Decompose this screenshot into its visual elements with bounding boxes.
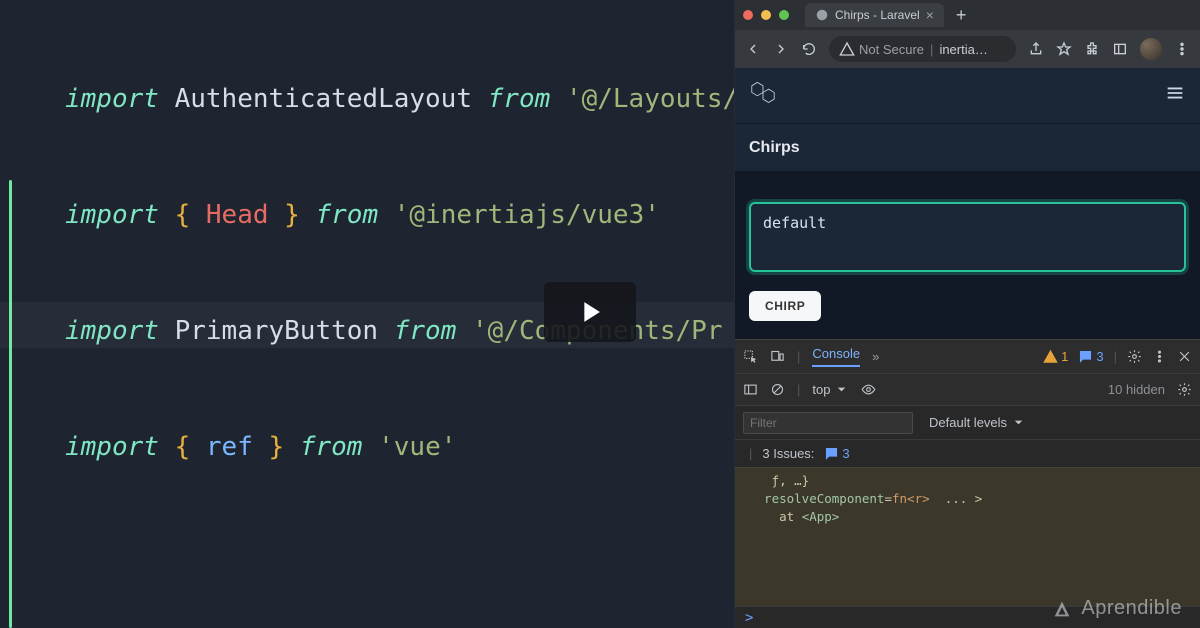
device-toolbar-icon[interactable]	[770, 349, 785, 364]
warning-icon	[839, 41, 855, 57]
devtools-panel: | Console » 1 3 | |	[735, 339, 1200, 628]
back-button[interactable]	[745, 41, 761, 57]
new-tab-button[interactable]: +	[956, 5, 967, 26]
context-selector[interactable]: top	[812, 382, 849, 397]
tab-title: Chirps - Laravel	[835, 8, 920, 22]
share-icon[interactable]	[1028, 41, 1044, 57]
warning-icon	[1043, 349, 1058, 364]
more-tabs-button[interactable]: »	[872, 349, 879, 364]
menu-kebab-icon[interactable]	[1174, 41, 1190, 57]
log-levels-select[interactable]: Default levels	[929, 415, 1026, 430]
app-header	[735, 68, 1200, 124]
bookmark-star-icon[interactable]	[1056, 41, 1072, 57]
clear-console-icon[interactable]	[770, 382, 785, 397]
panel-icon[interactable]	[1112, 41, 1128, 57]
console-filter-row: Default levels	[735, 405, 1200, 439]
chevron-down-icon	[1011, 415, 1026, 430]
maximize-window-icon[interactable]	[779, 10, 789, 20]
issues-label: 3 Issues:	[762, 446, 814, 461]
brand-logo-icon	[1051, 598, 1073, 620]
browser-toolbar: Not Secure | inertia…	[735, 30, 1200, 68]
sidebar-toggle-icon[interactable]	[743, 382, 758, 397]
chevron-down-icon	[834, 382, 849, 397]
close-window-icon[interactable]	[743, 10, 753, 20]
url-text: inertia…	[939, 42, 987, 57]
tab-favicon-icon	[815, 8, 829, 22]
info-badge[interactable]: 3	[1078, 349, 1103, 364]
console-tab[interactable]: Console	[812, 346, 860, 367]
chat-icon	[824, 446, 839, 461]
console-settings-icon[interactable]	[1177, 382, 1192, 397]
play-icon	[573, 295, 607, 329]
laravel-logo-icon[interactable]	[749, 79, 777, 112]
extensions-icon[interactable]	[1084, 41, 1100, 57]
browser-tab[interactable]: Chirps - Laravel ×	[805, 3, 944, 27]
chirp-button[interactable]: CHIRP	[749, 291, 821, 321]
forward-button[interactable]	[773, 41, 789, 57]
devtools-tabs: | Console » 1 3 |	[735, 339, 1200, 373]
browser-pane: Chirps - Laravel × + Not Secure | inerti…	[734, 0, 1200, 628]
close-devtools-icon[interactable]	[1177, 349, 1192, 364]
hidden-count[interactable]: 10 hidden	[1108, 382, 1165, 397]
devtools-menu-icon[interactable]	[1152, 349, 1167, 364]
reload-button[interactable]	[801, 41, 817, 57]
console-log: ƒ, …} resolveComponent=fn<r> ... > at <A…	[735, 467, 1200, 606]
issues-badge: 3	[824, 446, 849, 461]
not-secure-label: Not Secure	[839, 41, 924, 57]
profile-avatar[interactable]	[1140, 38, 1162, 60]
address-bar[interactable]: Not Secure | inertia…	[829, 36, 1016, 62]
brand-watermark: Aprendible	[1051, 597, 1182, 620]
page-title: Chirps	[735, 124, 1200, 172]
warnings-badge[interactable]: 1	[1043, 349, 1068, 364]
browser-tabstrip: Chirps - Laravel × +	[735, 0, 1200, 30]
minimize-window-icon[interactable]	[761, 10, 771, 20]
close-tab-icon[interactable]: ×	[926, 7, 934, 23]
eye-icon[interactable]	[861, 382, 876, 397]
hamburger-menu-button[interactable]	[1164, 82, 1186, 109]
chat-icon	[1078, 349, 1093, 364]
chirp-textarea[interactable]	[749, 202, 1186, 272]
console-filter-input[interactable]	[743, 412, 913, 434]
console-options: | top 10 hidden	[735, 373, 1200, 405]
issues-row[interactable]: | 3 Issues: 3	[735, 439, 1200, 467]
window-controls[interactable]	[743, 10, 789, 20]
settings-gear-icon[interactable]	[1127, 349, 1142, 364]
play-button[interactable]	[544, 282, 636, 342]
app-body: CHIRP	[735, 172, 1200, 339]
inspect-element-icon[interactable]	[743, 349, 758, 364]
